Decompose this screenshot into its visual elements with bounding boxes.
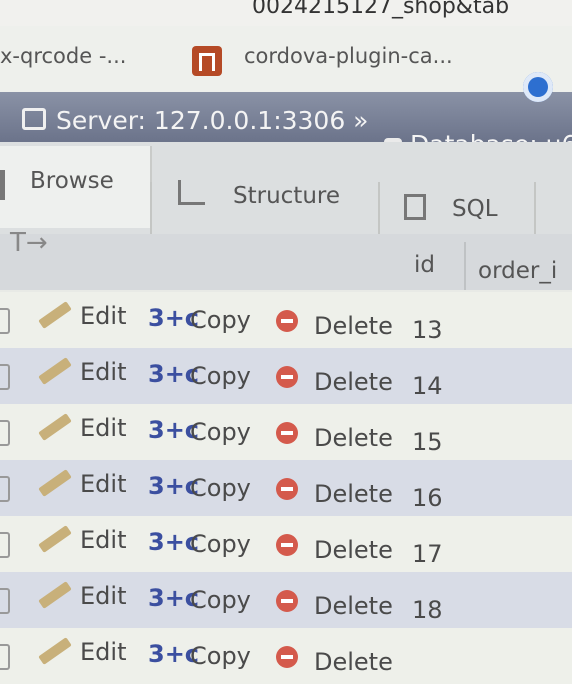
edit-pencil-icon[interactable] <box>38 301 72 329</box>
copy-link[interactable]: Copy <box>190 362 251 390</box>
cell-id: 14 <box>412 372 443 400</box>
edit-link[interactable]: Edit <box>80 414 126 442</box>
delete-icon[interactable] <box>276 590 298 612</box>
row-checkbox[interactable] <box>0 420 10 446</box>
copy-link[interactable]: Copy <box>190 586 251 614</box>
delete-icon[interactable] <box>276 646 298 668</box>
copy-link[interactable]: Copy <box>190 474 251 502</box>
table-header: T→ id order_i <box>0 228 572 290</box>
delete-link[interactable]: Delete <box>314 312 393 340</box>
edit-link[interactable]: Edit <box>80 470 126 498</box>
tab-browse[interactable]: Browse <box>0 146 152 228</box>
edit-pencil-icon[interactable] <box>38 469 72 497</box>
row-checkbox[interactable] <box>0 588 10 614</box>
copy-link[interactable]: Copy <box>190 306 251 334</box>
column-divider <box>464 242 466 290</box>
delete-link[interactable]: Delete <box>314 424 393 452</box>
cell-id: 17 <box>412 540 443 568</box>
bookmark-cordova-plugin[interactable]: cordova-plugin-ca... <box>244 44 453 68</box>
bookmark-favicon-icon <box>192 46 222 76</box>
delete-icon[interactable] <box>276 534 298 556</box>
edit-pencil-icon[interactable] <box>38 413 72 441</box>
server-icon <box>22 108 46 130</box>
table-row: Edit 3+c Copy Delete <box>0 628 572 684</box>
cell-id: 16 <box>412 484 443 512</box>
url-text[interactable]: 0024215127_shop&tab <box>252 0 509 19</box>
table-row: Edit 3+c Copy Delete 15 <box>0 404 572 460</box>
delete-link[interactable]: Delete <box>314 480 393 508</box>
copy-link[interactable]: Copy <box>190 418 251 446</box>
row-checkbox[interactable] <box>0 644 10 670</box>
delete-link[interactable]: Delete <box>314 648 393 676</box>
edit-pencil-icon[interactable] <box>38 637 72 665</box>
tab-marker <box>0 170 5 200</box>
copy-link[interactable]: Copy <box>190 530 251 558</box>
row-checkbox[interactable] <box>0 308 10 334</box>
tab-structure-label: Structure <box>233 183 340 209</box>
delete-link[interactable]: Delete <box>314 592 393 620</box>
row-checkbox[interactable] <box>0 476 10 502</box>
delete-icon[interactable] <box>276 478 298 500</box>
table-row: Edit 3+c Copy Delete 18 <box>0 572 572 628</box>
table-row: Edit 3+c Copy Delete 14 <box>0 348 572 404</box>
column-header-order-id[interactable]: order_i <box>478 258 557 284</box>
table-row: Edit 3+c Copy Delete 16 <box>0 460 572 516</box>
edit-link[interactable]: Edit <box>80 358 126 386</box>
table-row: Edit 3+c Copy Delete 17 <box>0 516 572 572</box>
tab-sql-label: SQL <box>452 196 498 222</box>
delete-link[interactable]: Delete <box>314 368 393 396</box>
bookmark-qrcode[interactable]: x-qrcode -... <box>0 44 126 68</box>
tab-sql[interactable]: SQL <box>404 194 498 222</box>
bookmarks-bar: x-qrcode -... cordova-plugin-ca... <box>0 26 572 92</box>
table-row: Edit 3+c Copy Delete 13 <box>0 292 572 348</box>
edit-link[interactable]: Edit <box>80 582 126 610</box>
column-header-id[interactable]: id <box>414 252 435 278</box>
sort-toggle-icon[interactable]: T→ <box>10 228 48 258</box>
edit-pencil-icon[interactable] <box>38 357 72 385</box>
row-checkbox[interactable] <box>0 532 10 558</box>
delete-link[interactable]: Delete <box>314 536 393 564</box>
delete-icon[interactable] <box>276 310 298 332</box>
cell-id: 15 <box>412 428 443 456</box>
edit-pencil-icon[interactable] <box>38 581 72 609</box>
breadcrumb-server[interactable]: Server: 127.0.0.1:3306 » <box>56 106 368 135</box>
edit-link[interactable]: Edit <box>80 638 126 666</box>
copy-link[interactable]: Copy <box>190 642 251 670</box>
structure-icon <box>178 180 205 205</box>
edit-pencil-icon[interactable] <box>38 525 72 553</box>
tab-structure[interactable]: Structure <box>178 180 340 209</box>
cell-id: 13 <box>412 316 443 344</box>
row-checkbox[interactable] <box>0 364 10 390</box>
edit-link[interactable]: Edit <box>80 526 126 554</box>
address-bar[interactable]: 0024215127_shop&tab <box>0 0 572 26</box>
cell-id: 18 <box>412 596 443 624</box>
sql-icon <box>404 194 426 220</box>
tab-browse-label: Browse <box>30 168 114 194</box>
delete-icon[interactable] <box>276 366 298 388</box>
delete-icon[interactable] <box>276 422 298 444</box>
chrome-bookmark-icon[interactable] <box>523 72 553 102</box>
edit-link[interactable]: Edit <box>80 302 126 330</box>
